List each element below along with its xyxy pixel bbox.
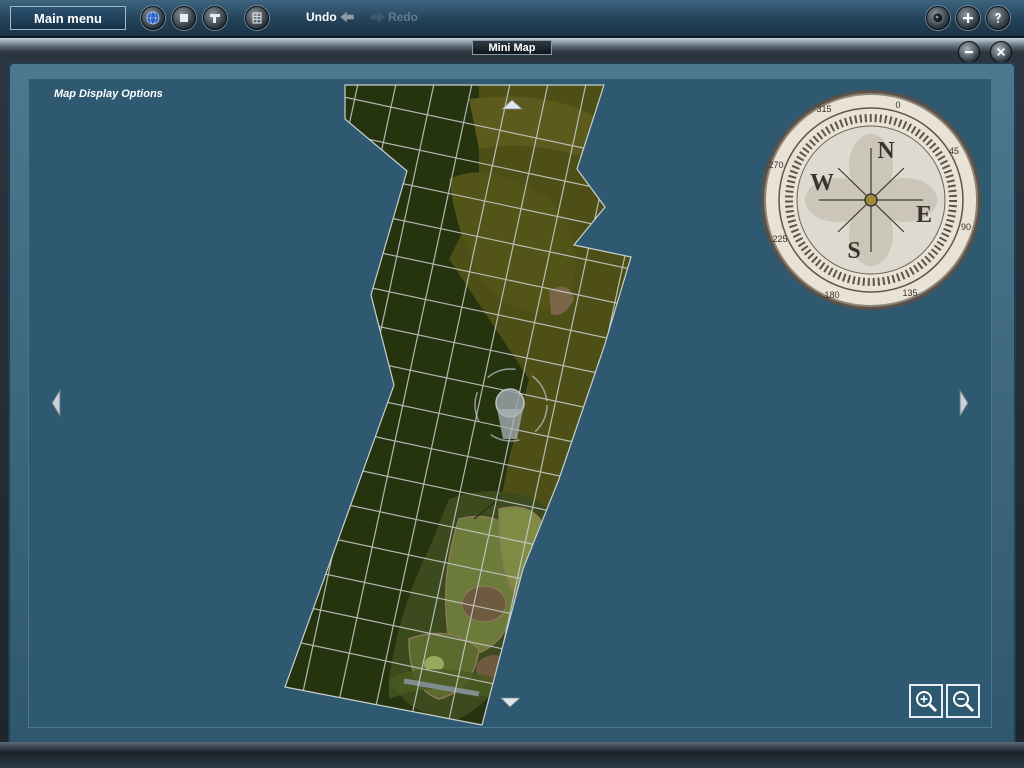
- scroll-left-arrow[interactable]: [50, 389, 62, 417]
- close-button[interactable]: [990, 41, 1012, 63]
- main-menu-button[interactable]: Main menu: [10, 6, 126, 30]
- redo-button[interactable]: Redo: [388, 10, 418, 24]
- add-icon: [963, 13, 973, 23]
- compass-degree-180: 180: [824, 290, 839, 300]
- undo-arrow-icon[interactable]: [339, 9, 355, 25]
- tool-icon: [210, 14, 220, 23]
- panel-title: Mini Map: [472, 40, 552, 55]
- minimize-button[interactable]: [958, 41, 980, 63]
- zoom-in-button[interactable]: [909, 684, 943, 718]
- undo-button[interactable]: Undo: [306, 10, 337, 24]
- top-toolbar: Main menu Undo Redo: [0, 0, 1024, 37]
- globe-button[interactable]: [141, 6, 165, 30]
- compass-east: E: [916, 202, 932, 228]
- camera-button[interactable]: [926, 6, 950, 30]
- compass-degree-45: 45: [949, 146, 959, 156]
- scroll-down-arrow[interactable]: [500, 697, 522, 708]
- bottom-frame: [0, 742, 1024, 768]
- grid-button[interactable]: [245, 6, 269, 30]
- compass-west: W: [810, 170, 834, 196]
- compass-south: S: [847, 238, 860, 264]
- compass-icon: N E S W 0 45 90 135 180 225 270 315: [761, 90, 981, 310]
- compass-degree-270: 270: [768, 160, 783, 170]
- compass-degree-135: 135: [902, 288, 917, 298]
- add-button[interactable]: [956, 6, 980, 30]
- close-icon: [997, 48, 1005, 56]
- compass-north: N: [877, 138, 895, 164]
- help-icon: [995, 13, 1001, 23]
- compass-degree-315: 315: [816, 104, 831, 114]
- tool-button[interactable]: [203, 6, 227, 30]
- compass-degree-90: 90: [961, 222, 971, 232]
- map-display-options-link[interactable]: Map Display Options: [54, 88, 163, 100]
- stop-icon: [180, 14, 188, 22]
- camera-icon: [932, 12, 944, 24]
- grid-icon: [252, 12, 262, 24]
- scroll-right-arrow[interactable]: [958, 389, 970, 417]
- zoom-out-icon: [953, 691, 975, 713]
- zoom-in-icon: [916, 691, 938, 713]
- minus-icon: [965, 51, 973, 54]
- globe-icon: [146, 11, 160, 25]
- help-button[interactable]: [986, 6, 1010, 30]
- compass-degree-225: 225: [772, 234, 787, 244]
- zoom-out-button[interactable]: [946, 684, 980, 718]
- redo-arrow-icon[interactable]: [370, 9, 386, 25]
- compass-degree-0: 0: [895, 100, 900, 110]
- stop-button[interactable]: [172, 6, 196, 30]
